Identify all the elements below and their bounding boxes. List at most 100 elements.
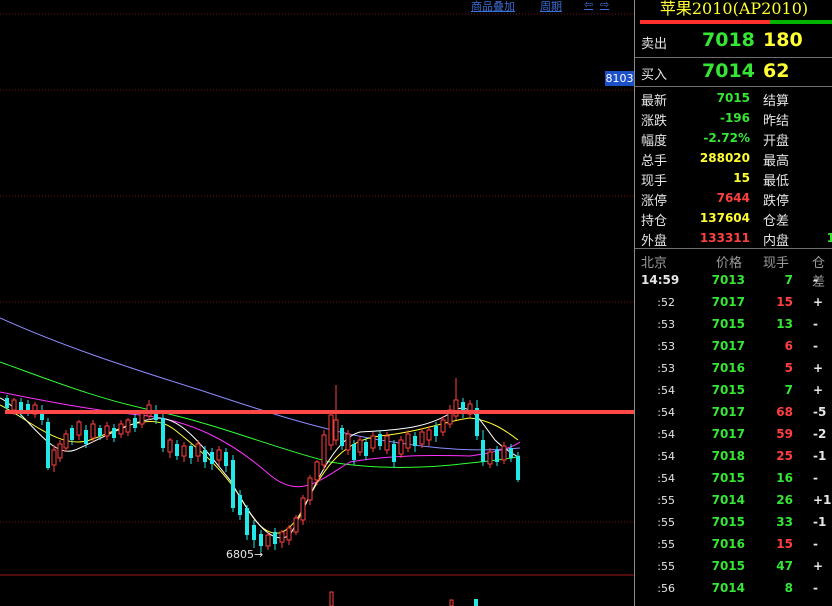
stat-label: 最新	[641, 94, 668, 109]
kline-chart-canvas[interactable]	[0, 0, 634, 606]
tick-volume: 13	[776, 317, 793, 331]
tick-time: :54	[657, 450, 675, 463]
candle-body	[487, 451, 493, 465]
candle-body	[51, 449, 57, 466]
buy-sell-ratio-green	[770, 20, 832, 24]
tick-volume: 33	[776, 515, 793, 529]
stat-label: 总手	[641, 154, 668, 169]
tick-row[interactable]: :55 7015 33 -1	[635, 512, 832, 534]
candle-body	[104, 425, 110, 437]
tick-row[interactable]: :55 7016 15 -	[635, 534, 832, 556]
ask-price[interactable]: 7018	[702, 29, 755, 51]
tick-time: :52	[657, 296, 675, 309]
ma-line	[0, 391, 521, 488]
tick-row[interactable]: :56 7014 8 -	[635, 578, 832, 600]
candle-body	[125, 419, 131, 433]
tick-oi-change: -	[813, 537, 818, 551]
tick-volume: 15	[776, 537, 793, 551]
tick-price: 7015	[711, 471, 745, 485]
candle-body	[90, 423, 96, 439]
stat-value: -2.72%	[703, 131, 750, 145]
candle-body	[333, 419, 339, 441]
tick-volume: 7	[784, 273, 793, 287]
tick-volume: 16	[776, 471, 793, 485]
tick-price: 7018	[711, 449, 745, 463]
bid-volume: 62	[763, 60, 790, 82]
tick-row[interactable]: :53 7015 13 -	[635, 314, 832, 336]
tick-oi-change: +	[813, 383, 824, 397]
kline-chart[interactable]: 商品叠加 周期 ⇦ ⇨ 8103 6805→	[0, 0, 634, 606]
tick-volume: 26	[776, 493, 793, 507]
stat-value: 137604	[699, 211, 750, 225]
candle-body	[300, 497, 306, 521]
tick-oi-change: +1	[813, 493, 832, 507]
candle-body	[398, 439, 404, 455]
candle-body	[265, 534, 271, 547]
tick-row[interactable]: :52 7017 15 +	[635, 292, 832, 314]
tick-oi-change: +	[813, 559, 824, 573]
tick-row[interactable]: :53 7016 5 +	[635, 358, 832, 380]
stat-value: 288020	[699, 151, 750, 165]
stat-label: 幅度	[641, 134, 668, 149]
candle-body	[509, 448, 513, 458]
stat-label: 现手	[641, 174, 668, 189]
tick-price: 7014	[711, 581, 745, 595]
candle-body	[5, 398, 9, 408]
candle-body	[118, 423, 124, 435]
tick-time: 14:59	[641, 273, 680, 287]
tick-price: 7017	[711, 295, 745, 309]
tick-price: 7014	[711, 493, 745, 507]
tick-row[interactable]: :55 7015 47 +	[635, 556, 832, 578]
candle-body	[252, 525, 256, 540]
candle-body	[167, 439, 173, 453]
tick-row[interactable]: :55 7014 26 +1	[635, 490, 832, 512]
ticks-header-price: 价格	[716, 256, 743, 271]
candle-body	[405, 433, 411, 449]
tick-row[interactable]: :54 7018 25 -1	[635, 446, 832, 468]
stat-label: 开盘	[763, 134, 790, 149]
tick-row[interactable]: :54 7017 59 -2	[635, 424, 832, 446]
candle-body	[314, 461, 320, 481]
candle-body	[181, 445, 187, 457]
tick-row[interactable]: :54 7015 16 -	[635, 468, 832, 490]
candle-body	[175, 444, 179, 456]
tick-price: 7017	[711, 427, 745, 441]
tick-oi-change: -1	[813, 449, 827, 463]
ma-line	[0, 361, 521, 468]
candle-body	[384, 435, 390, 451]
tick-price: 7016	[711, 361, 745, 375]
candle-body	[286, 527, 292, 541]
candlesticks	[5, 378, 520, 552]
divider	[635, 248, 832, 249]
tick-row[interactable]: :54 7017 68 -5	[635, 402, 832, 424]
tick-row[interactable]: 14:59 7013 7 -	[635, 270, 832, 292]
candle-body	[76, 421, 82, 436]
overlay-commodity-link[interactable]: 商品叠加	[471, 0, 515, 14]
candle-body	[133, 418, 137, 428]
nav-prev-button[interactable]: ⇦	[584, 0, 593, 11]
tick-price: 7015	[711, 383, 745, 397]
tick-volume: 8	[784, 581, 793, 595]
candle-body	[216, 449, 222, 461]
period-link[interactable]: 周期	[540, 0, 562, 14]
candle-body	[340, 428, 344, 446]
candle-body	[501, 445, 507, 461]
tick-volume: 59	[776, 427, 793, 441]
candle-body	[195, 443, 201, 457]
candle-body	[161, 418, 165, 448]
bid-price[interactable]: 7014	[702, 60, 755, 82]
ask-label: 卖出	[641, 37, 668, 52]
candle-body	[84, 430, 88, 444]
tick-time: :53	[657, 340, 675, 353]
stat-label: 外盘	[641, 234, 668, 249]
tick-row[interactable]: :54 7015 7 +	[635, 380, 832, 402]
tick-time: :54	[657, 472, 675, 485]
volume-bars	[329, 591, 478, 606]
candle-body	[231, 460, 235, 508]
nav-next-button[interactable]: ⇨	[600, 0, 609, 11]
candle-body	[328, 414, 334, 446]
tick-row[interactable]: :53 7017 6 -	[635, 336, 832, 358]
stat-value: -196	[719, 111, 750, 125]
candle-body	[210, 452, 214, 464]
tick-volume: 47	[776, 559, 793, 573]
